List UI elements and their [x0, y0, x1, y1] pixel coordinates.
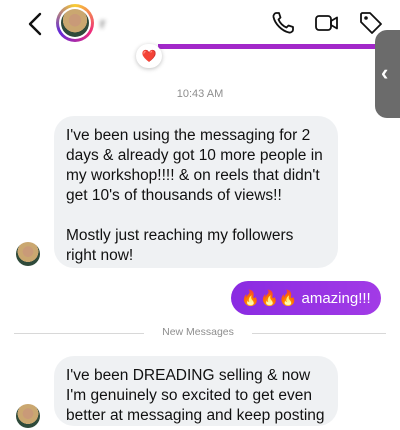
profile-avatar[interactable] — [56, 4, 94, 42]
timestamp: 10:43 AM — [176, 88, 224, 100]
video-camera-icon[interactable] — [314, 10, 340, 36]
message-text: I've been DREADING selling & now I'm gen… — [66, 367, 325, 424]
message-text: Mostly just reaching my followers right … — [66, 227, 294, 264]
reaction-strip — [158, 44, 388, 49]
username[interactable]: r — [100, 15, 106, 31]
chat-header: r — [0, 0, 400, 48]
received-message[interactable]: I've been DREADING selling & now I'm gen… — [54, 356, 338, 426]
new-messages-label: New Messages — [162, 326, 234, 338]
received-message[interactable]: I've been using the messaging for 2 days… — [54, 116, 338, 268]
side-panel-handle[interactable]: ‹ — [375, 30, 400, 118]
sent-message[interactable]: 🔥🔥🔥 amazing!!! — [231, 281, 381, 315]
sender-avatar[interactable] — [16, 404, 40, 428]
message-text: I've been using the messaging for 2 days… — [66, 127, 323, 204]
heart-icon: ❤️ — [141, 49, 157, 63]
heart-reaction[interactable]: ❤️ — [136, 44, 162, 68]
chevron-left-icon: ‹ — [381, 60, 389, 85]
sender-avatar[interactable] — [16, 242, 40, 266]
message-text: 🔥🔥🔥 amazing!!! — [241, 290, 371, 307]
new-messages-divider: New Messages — [0, 326, 400, 340]
phone-icon[interactable] — [270, 10, 296, 36]
chevron-left-icon[interactable] — [24, 10, 48, 38]
